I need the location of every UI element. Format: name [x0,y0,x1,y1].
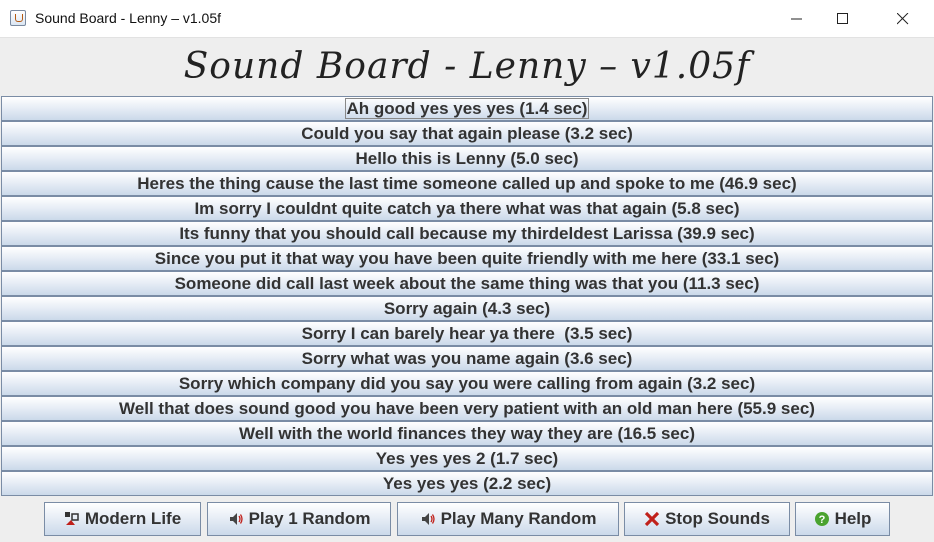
sound-label: Sorry which company did you say you were… [178,374,756,393]
sound-button[interactable]: Sorry which company did you say you were… [1,371,933,396]
x-icon [644,511,660,527]
help-button[interactable]: ? Help [795,502,890,536]
modern-life-label: Modern Life [84,509,182,528]
sound-label: Sorry again (4.3 sec) [383,299,551,318]
play-many-random-button[interactable]: Play Many Random [397,502,619,536]
sound-button[interactable]: Heres the thing cause the last time some… [1,171,933,196]
title-bar: Sound Board - Lenny – v1.05f [0,0,934,38]
minimize-button[interactable] [774,0,820,38]
sound-label: Im sorry I couldnt quite catch ya there … [194,199,740,218]
speaker-icon [421,513,435,525]
sound-list: Ah good yes yes yes (1.4 sec) Could you … [1,96,933,496]
modern-life-button[interactable]: Modern Life [44,502,201,536]
sound-button[interactable]: Its funny that you should call because m… [1,221,933,246]
stop-sounds-label: Stop Sounds [665,509,770,528]
close-button[interactable] [880,0,926,38]
sound-label: Its funny that you should call because m… [179,224,755,243]
sound-label: Well that does sound good you have been … [119,399,815,418]
speaker-icon [229,513,243,525]
sound-button[interactable]: Someone did call last week about the sam… [1,271,933,296]
sound-button[interactable]: Well that does sound good you have been … [1,396,933,421]
sound-label: Heres the thing cause the last time some… [137,174,797,193]
maximize-button[interactable] [820,0,866,38]
sound-label: Sorry I can barely hear ya there (3.5 se… [301,324,633,343]
stop-sounds-button[interactable]: Stop Sounds [624,502,790,536]
modern-life-icon [64,512,79,525]
help-label: Help [834,509,872,528]
sound-button[interactable]: Could you say that again please (3.2 sec… [1,121,933,146]
sound-button[interactable]: Hello this is Lenny (5.0 sec) [1,146,933,171]
action-bar: Modern Life Play 1 Random Play Many Rand… [0,497,934,542]
java-app-icon [10,10,26,26]
sound-label: Could you say that again please (3.2 sec… [301,124,633,143]
sound-label: Someone did call last week about the sam… [174,274,760,293]
sound-button[interactable]: Sorry again (4.3 sec) [1,296,933,321]
sound-button[interactable]: Yes yes yes 2 (1.7 sec) [1,446,933,471]
app-heading: Sound Board - Lenny – v1.05f [183,46,751,87]
sound-button[interactable]: Since you put it that way you have been … [1,246,933,271]
sound-label: Hello this is Lenny (5.0 sec) [355,149,579,168]
sound-label: Ah good yes yes yes (1.4 sec) [344,98,590,119]
sound-button[interactable]: Yes yes yes (2.2 sec) [1,471,933,496]
maximize-icon [837,13,848,24]
sound-label: Yes yes yes (2.2 sec) [382,474,552,493]
window-title: Sound Board - Lenny – v1.05f [35,10,222,26]
sound-button[interactable]: Ah good yes yes yes (1.4 sec) [1,96,933,121]
play-one-random-label: Play 1 Random [248,509,371,528]
sound-button[interactable]: Sorry what was you name again (3.6 sec) [1,346,933,371]
sound-button[interactable]: Im sorry I couldnt quite catch ya there … [1,196,933,221]
svg-text:?: ? [818,514,825,526]
close-icon [897,13,909,25]
sound-label: Yes yes yes 2 (1.7 sec) [375,449,559,468]
sound-button[interactable]: Well with the world finances they way th… [1,421,933,446]
minimize-icon [791,18,802,20]
sound-label: Well with the world finances they way th… [238,424,695,443]
sound-label: Sorry what was you name again (3.6 sec) [301,349,633,368]
sound-label: Since you put it that way you have been … [154,249,780,268]
sound-button[interactable]: Sorry I can barely hear ya there (3.5 se… [1,321,933,346]
help-icon: ? [814,512,829,526]
play-one-random-button[interactable]: Play 1 Random [207,502,391,536]
play-many-random-label: Play Many Random [440,509,597,528]
